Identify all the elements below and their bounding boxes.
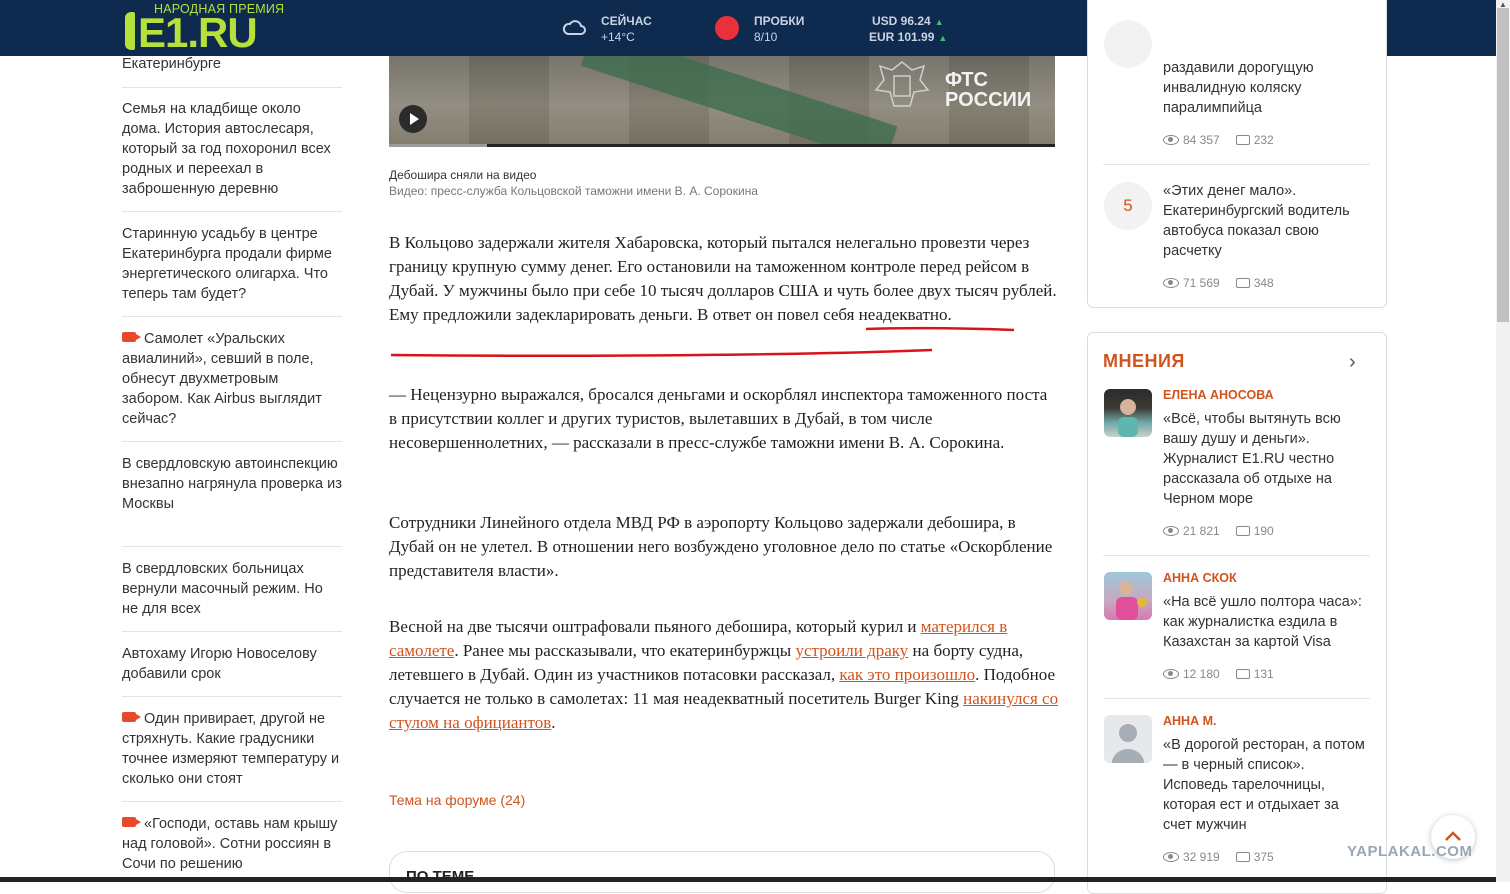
left-news-item[interactable]: Старинную усадьбу в центре Екатеринбурга…: [122, 224, 342, 304]
logo-brand-text: E1.RU: [138, 9, 258, 56]
comments-icon: [1235, 526, 1250, 536]
default-avatar-icon: [1112, 724, 1144, 763]
video-overlay-text: ФТС РОССИИ: [945, 69, 1032, 111]
opinion-item[interactable]: «На всё ушло полтора часа»: как журналис…: [1163, 592, 1368, 652]
article-link[interactable]: как это произошло: [839, 665, 975, 684]
top-news-item[interactable]: раздавили дорогущую инвалидную коляску п…: [1163, 58, 1368, 118]
article-quote: — Нецензурно выражался, бросался деньгам…: [389, 385, 1048, 452]
eur-rate: EUR 101.99 ▲: [869, 30, 948, 44]
views-icon: [1163, 669, 1179, 679]
customs-emblem-icon: [874, 61, 930, 107]
usd-rate: USD 96.24 ▲: [872, 14, 944, 28]
forum-link[interactable]: Тема на форуме (24): [389, 792, 525, 808]
left-news-item[interactable]: Один привирает, другой не стряхнуть. Как…: [122, 709, 342, 789]
weather-label: СЕЙЧАС: [601, 14, 652, 28]
divider: [122, 211, 342, 212]
video-camera-icon: [122, 712, 141, 722]
video-player[interactable]: ФТС РОССИИ: [389, 56, 1055, 146]
divider: [1103, 555, 1370, 556]
news-stats: 21 821 190: [1163, 524, 1274, 538]
news-stats: 12 180 131: [1163, 667, 1274, 681]
weather-value: +14°С: [601, 30, 635, 44]
article-link[interactable]: устроили драку: [795, 641, 908, 660]
news-stats: 32 919 375: [1163, 850, 1274, 864]
divider: [122, 316, 342, 317]
left-news-item[interactable]: Екатеринбурге: [122, 54, 342, 74]
rank-badge: [1104, 20, 1152, 68]
related-block: ПО ТЕМЕ: [389, 851, 1055, 893]
divider: [122, 631, 342, 632]
site-logo[interactable]: НАРОДНАЯ ПРЕМИЯ E1.RU: [124, 2, 294, 56]
comments-icon: [1235, 669, 1250, 679]
opinion-item[interactable]: «Всё, чтобы вытянуть всю вашу душу и ден…: [1163, 409, 1368, 509]
watermark: YAPLAKAL.COM: [1347, 843, 1473, 860]
left-news-item[interactable]: В свердловских больницах вернули масочны…: [122, 559, 342, 619]
red-underline-annotation: [390, 326, 1015, 358]
divider: [1103, 164, 1370, 165]
scrollbar-thumb[interactable]: [1497, 8, 1509, 322]
left-news-item[interactable]: Семья на кладбище около дома. История ав…: [122, 99, 342, 199]
video-credit: Видео: пресс-служба Кольцовской таможни …: [389, 184, 758, 198]
video-camera-icon: [122, 332, 141, 342]
video-progress-fill: [389, 144, 487, 147]
divider: [1103, 698, 1370, 699]
views-icon: [1163, 278, 1179, 288]
traffic-indicator-icon: [715, 16, 739, 40]
avatar[interactable]: [1104, 715, 1152, 763]
video-camera-icon: [122, 817, 141, 827]
video-caption: Дебошира сняли на видео: [389, 168, 537, 182]
traffic-label: ПРОБКИ: [754, 14, 805, 28]
divider: [122, 546, 342, 547]
rank-badge: 5: [1104, 182, 1152, 230]
chevron-right-icon[interactable]: ›: [1349, 351, 1356, 374]
top-news-item[interactable]: «Этих денег мало». Екатеринбургский води…: [1163, 181, 1368, 261]
author-photo: [1118, 399, 1138, 437]
views-icon: [1163, 135, 1179, 145]
logo-mark: [125, 12, 135, 50]
avatar[interactable]: [1104, 389, 1152, 437]
comments-icon: [1235, 135, 1250, 145]
comments-icon: [1235, 278, 1250, 288]
opinions-title[interactable]: МНЕНИЯ: [1103, 351, 1185, 372]
divider: [122, 801, 342, 802]
article-paragraph: Весной на две тысячи оштрафовали пьяного…: [389, 617, 1059, 732]
views-icon: [1163, 526, 1179, 536]
news-stats: 84 357 232: [1163, 133, 1274, 147]
article-paragraph: Сотрудники Линейного отдела МВД РФ в аэр…: [389, 513, 1053, 580]
play-button[interactable]: [399, 105, 427, 133]
left-news-item[interactable]: Автохаму Игорю Новоселову добавили срок: [122, 644, 342, 684]
avatar[interactable]: [1104, 572, 1152, 620]
comments-icon: [1235, 852, 1250, 862]
divider: [122, 696, 342, 697]
divider: [122, 87, 342, 88]
opinion-author[interactable]: АННА СКОК: [1163, 571, 1237, 585]
views-icon: [1163, 852, 1179, 862]
traffic-value: 8/10: [754, 30, 778, 44]
opinion-author[interactable]: ЕЛЕНА АНОСОВА: [1163, 388, 1274, 402]
left-news-item[interactable]: «Господи, оставь нам крышу над головой».…: [122, 814, 342, 874]
video-progress-bar[interactable]: [389, 144, 1055, 147]
left-news-item[interactable]: Самолет «Уральских авиалиний», севший в …: [122, 329, 342, 429]
author-photo: [1116, 581, 1147, 620]
opinion-item[interactable]: «В дорогой ресторан, а потом — в черный …: [1163, 735, 1368, 835]
news-stats: 71 569 348: [1163, 276, 1274, 290]
cloud-icon: [562, 20, 586, 35]
bottom-edge: [0, 877, 1496, 882]
divider: [122, 441, 342, 442]
left-news-item[interactable]: В свердловскую автоинспекцию внезапно на…: [122, 454, 342, 514]
opinion-author[interactable]: АННА М.: [1163, 714, 1216, 728]
